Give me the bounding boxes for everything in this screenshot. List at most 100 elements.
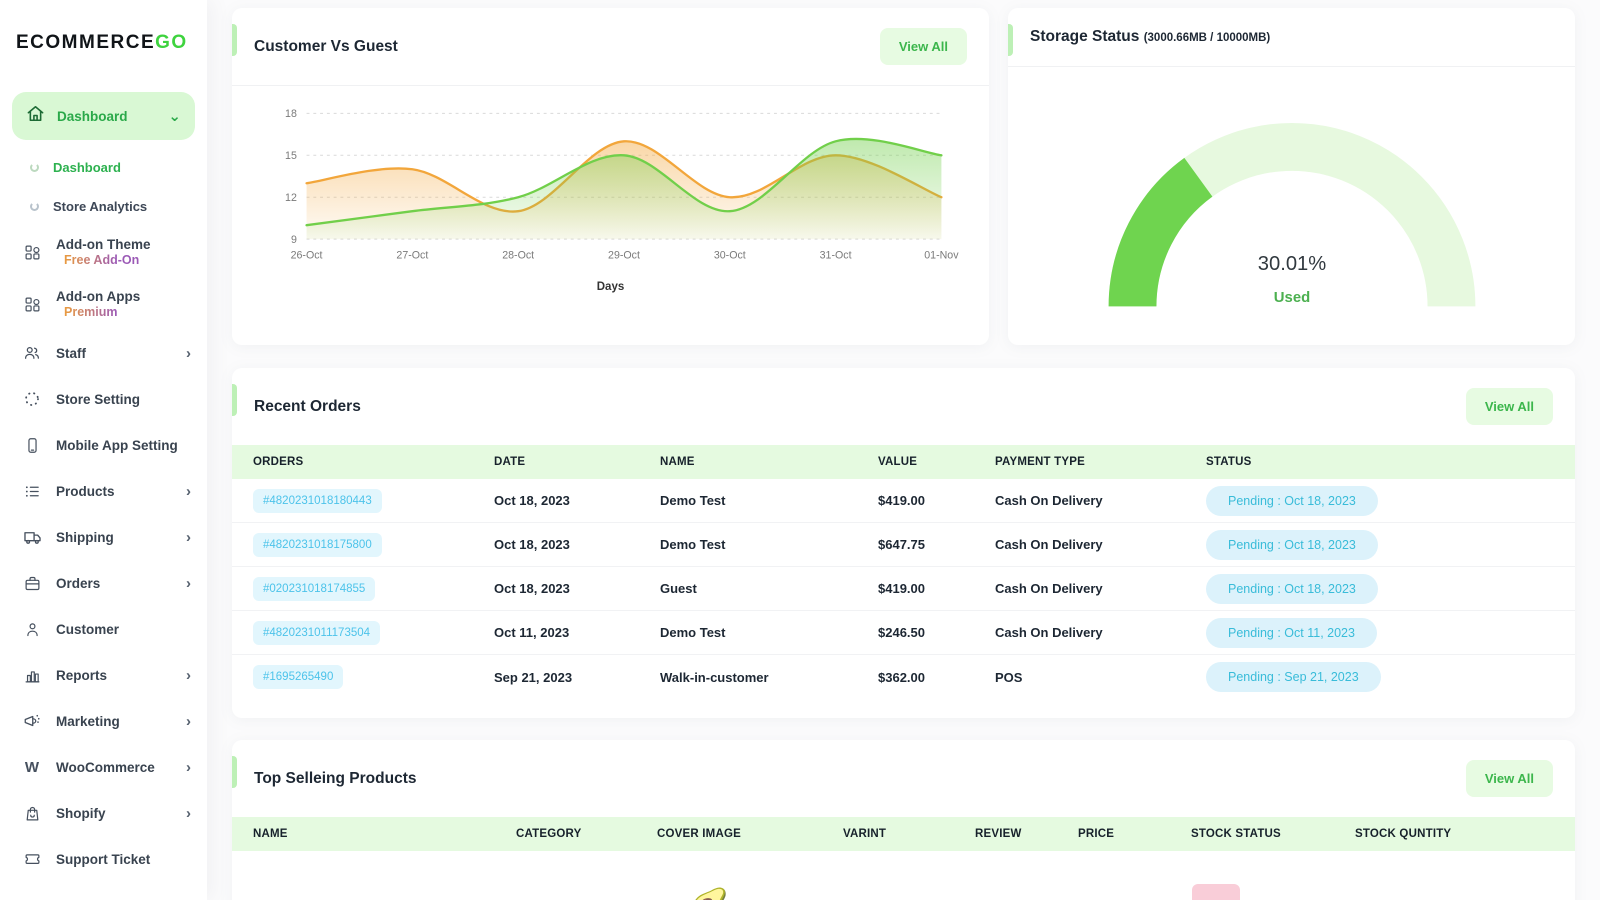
chart-view-all-button[interactable]: View All <box>880 28 967 65</box>
megaphone-icon <box>22 712 42 730</box>
chevron-right-icon: › <box>186 806 191 821</box>
svg-text:26-Oct: 26-Oct <box>291 250 323 262</box>
storage-status-card: Storage Status (3000.66MB / 10000MB) 30.… <box>1008 8 1575 345</box>
order-id-link[interactable]: #4820231018175800 <box>253 533 382 557</box>
sidebar-item-support-ticket[interactable]: Support Ticket <box>0 836 207 882</box>
order-id-link[interactable]: #4820231018180443 <box>253 489 382 513</box>
chevron-right-icon: › <box>186 346 191 361</box>
order-payment-type: Cash On Delivery <box>995 537 1206 552</box>
sidebar-item-label: Orders <box>56 576 172 591</box>
loader-icon <box>30 202 39 211</box>
chevron-right-icon: › <box>186 576 191 591</box>
brand-logo[interactable]: ECOMMERCEGO <box>0 26 207 78</box>
svg-text:Used: Used <box>1273 290 1309 306</box>
order-id-link[interactable]: #4820231011173504 <box>253 621 380 645</box>
sidebar-item-label: Dashboard <box>57 109 156 124</box>
sidebar-item-store-setting[interactable]: Store Setting <box>0 376 207 422</box>
order-value: $246.50 <box>878 625 995 640</box>
column-header: NAME <box>253 828 516 840</box>
sidebar-item-label: Add-on Apps <box>56 289 191 304</box>
main-content: Customer Vs Guest View All 912151826-Oct… <box>207 0 1600 900</box>
chevron-right-icon: › <box>186 668 191 683</box>
svg-text:28-Oct: 28-Oct <box>502 250 534 262</box>
brand-logo-text: ECOMMERCE <box>16 32 155 53</box>
sidebar-item-reports[interactable]: Reports › <box>0 652 207 698</box>
home-icon <box>26 104 45 128</box>
sidebar-item-dashboard[interactable]: Dashboard <box>0 148 207 187</box>
sidebar-item-label: Products <box>56 484 172 499</box>
sidebar-item-staff[interactable]: Staff › <box>0 330 207 376</box>
order-date: Oct 18, 2023 <box>494 581 660 596</box>
chevron-right-icon: › <box>186 484 191 499</box>
sidebar-item-label: Shopify <box>56 806 172 821</box>
svg-text:15: 15 <box>285 150 297 162</box>
column-header: STATUS <box>1206 456 1575 468</box>
order-date: Oct 18, 2023 <box>494 537 660 552</box>
sidebar-item-label: Marketing <box>56 714 172 729</box>
svg-text:9: 9 <box>291 234 297 246</box>
sidebar-item-shopify[interactable]: Shopify › <box>0 790 207 836</box>
product-cover-image: 🥑 <box>691 890 728 900</box>
sidebar: ECOMMERCEGO Dashboard ⌄ Dashboard Store … <box>0 0 207 900</box>
svg-text:30.01%: 30.01% <box>1257 253 1326 275</box>
addon-badge: Premium <box>56 305 191 319</box>
order-date: Oct 11, 2023 <box>494 625 660 640</box>
sidebar-item-mobile-app-setting[interactable]: Mobile App Setting <box>0 422 207 468</box>
sidebar-subitem-label: Store Analytics <box>53 199 147 214</box>
sidebar-subitem-label: Dashboard <box>53 160 121 175</box>
sidebar-item-addon-apps[interactable]: Add-on Apps Premium <box>0 278 207 330</box>
column-header: REVIEW <box>975 828 1078 840</box>
chevron-right-icon: › <box>186 714 191 729</box>
sidebar-item-customer[interactable]: Customer <box>0 606 207 652</box>
sidebar-item-dashboard-group[interactable]: Dashboard ⌄ <box>12 92 195 140</box>
sidebar-item-products[interactable]: Products › <box>0 468 207 514</box>
order-status-badge: Pending : Oct 18, 2023 <box>1206 486 1378 516</box>
app: ECOMMERCEGO Dashboard ⌄ Dashboard Store … <box>0 0 1600 900</box>
sidebar-item-woocommerce[interactable]: W WooCommerce › <box>0 744 207 790</box>
column-header: VALUE <box>878 456 995 468</box>
column-header: DATE <box>494 456 660 468</box>
spinner-icon <box>22 390 42 408</box>
order-customer-name: Demo Test <box>660 537 878 552</box>
column-header: CATEGORY <box>516 828 657 840</box>
grid-icon <box>22 296 42 313</box>
column-header: PAYMENT TYPE <box>995 456 1206 468</box>
sidebar-item-shipping[interactable]: Shipping › <box>0 514 207 560</box>
orders-view-all-button[interactable]: View All <box>1466 388 1553 425</box>
order-value: $419.00 <box>878 493 995 508</box>
person-icon <box>22 621 42 638</box>
svg-text:18: 18 <box>285 108 297 120</box>
order-status-badge: Pending : Oct 18, 2023 <box>1206 574 1378 604</box>
sidebar-item-store-analytics[interactable]: Store Analytics <box>0 187 207 226</box>
column-header: NAME <box>660 456 878 468</box>
products-view-all-button[interactable]: View All <box>1466 760 1553 797</box>
storage-usage-detail: (3000.66MB / 10000MB) <box>1144 32 1271 44</box>
top-selling-products-card: Top Selleing Products View All NAME CATE… <box>232 740 1575 900</box>
briefcase-icon <box>22 575 42 592</box>
sidebar-item-label: Staff <box>56 346 172 361</box>
column-header: ORDERS <box>253 456 494 468</box>
customer-vs-guest-card: Customer Vs Guest View All 912151826-Oct… <box>232 8 989 345</box>
stock-status-badge <box>1192 884 1240 900</box>
sidebar-item-orders[interactable]: Orders › <box>0 560 207 606</box>
order-payment-type: Cash On Delivery <box>995 625 1206 640</box>
order-customer-name: Demo Test <box>660 625 878 640</box>
sidebar-item-addon-theme[interactable]: Add-on Theme Free Add-On <box>0 226 207 278</box>
order-id-link[interactable]: #020231018174855 <box>253 577 375 601</box>
column-header: PRICE <box>1078 828 1191 840</box>
order-status-badge: Pending : Sep 21, 2023 <box>1206 662 1381 692</box>
chevron-right-icon: › <box>186 760 191 775</box>
ticket-icon <box>22 851 42 868</box>
sidebar-item-marketing[interactable]: Marketing › <box>0 698 207 744</box>
svg-text:12: 12 <box>285 192 297 204</box>
order-id-link[interactable]: #1695265490 <box>253 665 343 689</box>
order-status-badge: Pending : Oct 18, 2023 <box>1206 530 1378 560</box>
sidebar-item-label: Shipping <box>56 530 172 545</box>
svg-text:27-Oct: 27-Oct <box>396 250 428 262</box>
brand-logo-accent: GO <box>155 32 188 53</box>
sidebar-item-label: Store Setting <box>56 392 191 407</box>
sidebar-item-label: Customer <box>56 622 191 637</box>
people-icon <box>22 344 42 362</box>
order-customer-name: Walk-in-customer <box>660 670 878 685</box>
order-date: Sep 21, 2023 <box>494 670 660 685</box>
